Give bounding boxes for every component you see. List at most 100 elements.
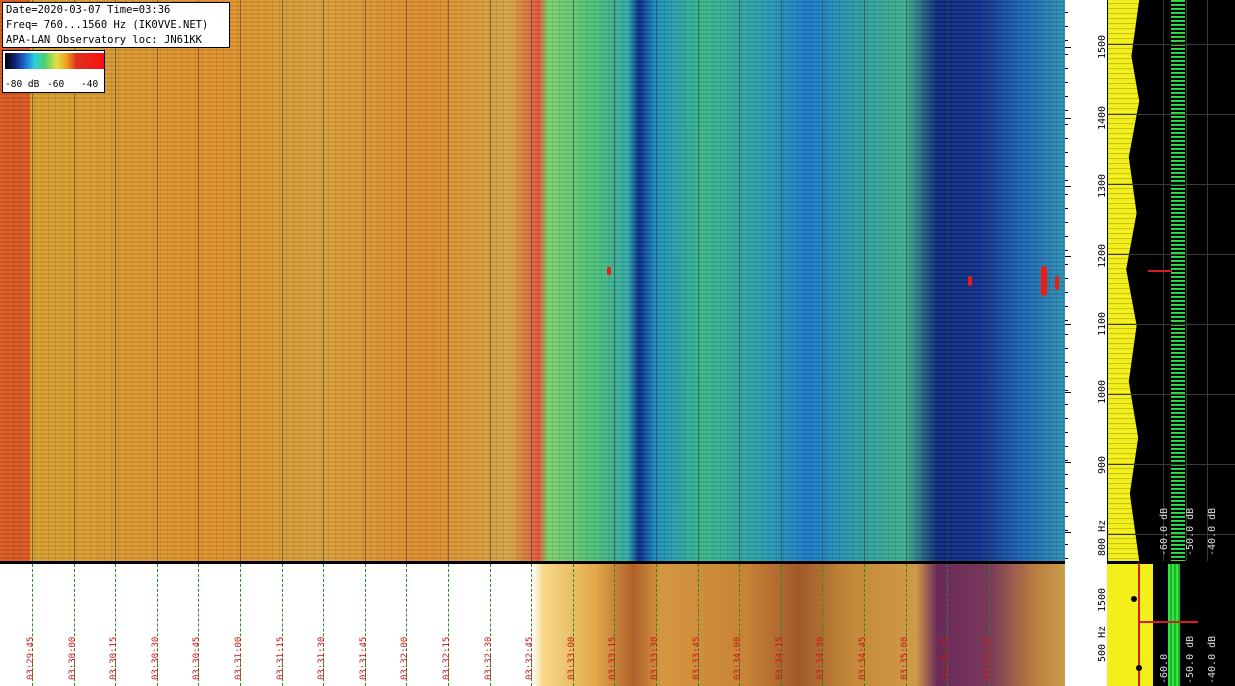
marker-dot: [1131, 596, 1137, 602]
time-label: 03:30:30: [151, 636, 161, 680]
time-gridline: [573, 0, 574, 561]
power-hgridline: [1107, 464, 1235, 465]
freq-minor-tick: [1065, 376, 1068, 377]
spectrogram-app: 03:29:45 03:30:00 03:30:15 03:30:30 03:30:45…: [0, 0, 1235, 686]
freq-minor-tick: [1065, 250, 1068, 251]
freq-minor-tick: [1065, 488, 1068, 489]
time-gridline: [947, 0, 948, 561]
time-label: 03:34:30: [816, 636, 826, 680]
time-label: 03:35:30: [983, 636, 993, 680]
freq-minor-tick: [1065, 404, 1068, 405]
freq-minor-tick: [1065, 362, 1068, 363]
legend-label-max: -40: [81, 79, 99, 90]
wideband-instant-trace: [1168, 564, 1180, 686]
freq-minor-tick: [1065, 432, 1068, 433]
time-label: 03:30:00: [68, 636, 78, 680]
time-gridline: [906, 0, 907, 561]
time-gridline: [656, 0, 657, 561]
marker-dot: [1135, 45, 1141, 51]
freq-minor-tick: [1065, 474, 1068, 475]
freq-tick: [1065, 462, 1071, 463]
freq-tick: [1065, 392, 1071, 393]
freq-minor-tick: [1065, 278, 1068, 279]
freq-minor-tick: [1065, 460, 1068, 461]
time-label: 03:32:15: [442, 636, 452, 680]
wideband-db-label: -50.0 dB: [1185, 635, 1196, 684]
freq-minor-tick: [1065, 124, 1068, 125]
time-label: 03:31:45: [359, 636, 369, 680]
freq-minor-tick: [1065, 334, 1068, 335]
freq-tick: [1065, 47, 1071, 48]
freq-minor-tick: [1065, 222, 1068, 223]
freq-minor-tick: [1065, 446, 1068, 447]
time-gridline: [365, 0, 366, 561]
time-gridline: [614, 0, 615, 561]
info-observatory: APA-LAN Observatory loc: JN61KK: [6, 34, 202, 46]
legend-label-mid: -60: [47, 79, 65, 90]
info-date-time: Date=2020-03-07 Time=03:36: [6, 4, 171, 16]
time-label: 03:34:15: [775, 636, 785, 680]
freq-minor-tick: [1065, 558, 1068, 559]
freq-minor-tick: [1065, 264, 1068, 265]
freq-minor-tick: [1065, 96, 1068, 97]
wideband-db-label: -40.0 dB: [1207, 635, 1218, 684]
power-hgridline: [1107, 394, 1235, 395]
signal-blip: [968, 276, 972, 286]
time-label: 03:33:30: [650, 636, 660, 680]
time-label: 03:33:45: [692, 636, 702, 680]
freq-minor-tick: [1065, 236, 1068, 237]
marker-dot: [1136, 665, 1142, 671]
freq-minor-tick: [1065, 544, 1068, 545]
power-gridline: [1163, 0, 1164, 561]
freq-minor-tick: [1065, 110, 1068, 111]
freq-minor-tick: [1065, 54, 1068, 55]
freq-minor-tick: [1065, 516, 1068, 517]
time-gridline: [989, 0, 990, 561]
time-label: 03:32:30: [484, 636, 494, 680]
marker-line: [1138, 621, 1198, 623]
instant-power-trace: [1171, 0, 1185, 561]
freq-minor-tick: [1065, 82, 1068, 83]
time-gridline: [282, 0, 283, 561]
time-gridline: [739, 0, 740, 561]
power-hgridline: [1107, 184, 1235, 185]
power-db-label: -50.0 dB: [1185, 507, 1196, 556]
time-gridline: [698, 0, 699, 561]
time-label: 03:31:30: [317, 636, 327, 680]
freq-minor-tick: [1065, 152, 1068, 153]
freq-tick: [1065, 118, 1071, 119]
time-gridline: [115, 0, 116, 561]
freq-tick: [1065, 324, 1071, 325]
time-label: 03:33:00: [567, 636, 577, 680]
freq-minor-tick: [1065, 166, 1068, 167]
freq-minor-tick: [1065, 306, 1068, 307]
time-label: 03:35:15: [941, 636, 951, 680]
color-scale-legend: -80 dB -60 -40: [2, 50, 105, 93]
time-gridline: [406, 0, 407, 561]
color-scale-bar: [5, 53, 104, 69]
time-label: 03:34:45: [858, 636, 868, 680]
power-hgridline: [1107, 324, 1235, 325]
power-gridline: [1186, 0, 1187, 561]
legend-label-min: -80 dB: [5, 79, 40, 90]
freq-minor-tick: [1065, 530, 1068, 531]
time-gridline: [531, 0, 532, 561]
freq-minor-tick: [1065, 180, 1068, 181]
time-gridline: [781, 0, 782, 561]
time-label: 03:33:15: [608, 636, 618, 680]
time-gridline: [323, 0, 324, 561]
time-gridline: [198, 0, 199, 561]
time-gridline: [448, 0, 449, 561]
time-label: 03:30:45: [192, 636, 202, 680]
freq-minor-tick: [1065, 68, 1068, 69]
time-label: 03:32:45: [525, 636, 535, 680]
power-hgridline: [1107, 254, 1235, 255]
freq-minor-tick: [1065, 26, 1068, 27]
freq-tick: [1065, 532, 1071, 533]
time-label: 03:32:00: [400, 636, 410, 680]
info-frequency: Freq= 760...1560 Hz (IK0VVE.NET): [6, 19, 209, 31]
power-db-label: -40.0 dB: [1207, 507, 1218, 556]
time-label: 03:34:00: [733, 636, 743, 680]
time-gridline: [822, 0, 823, 561]
signal-blip: [1041, 266, 1047, 296]
